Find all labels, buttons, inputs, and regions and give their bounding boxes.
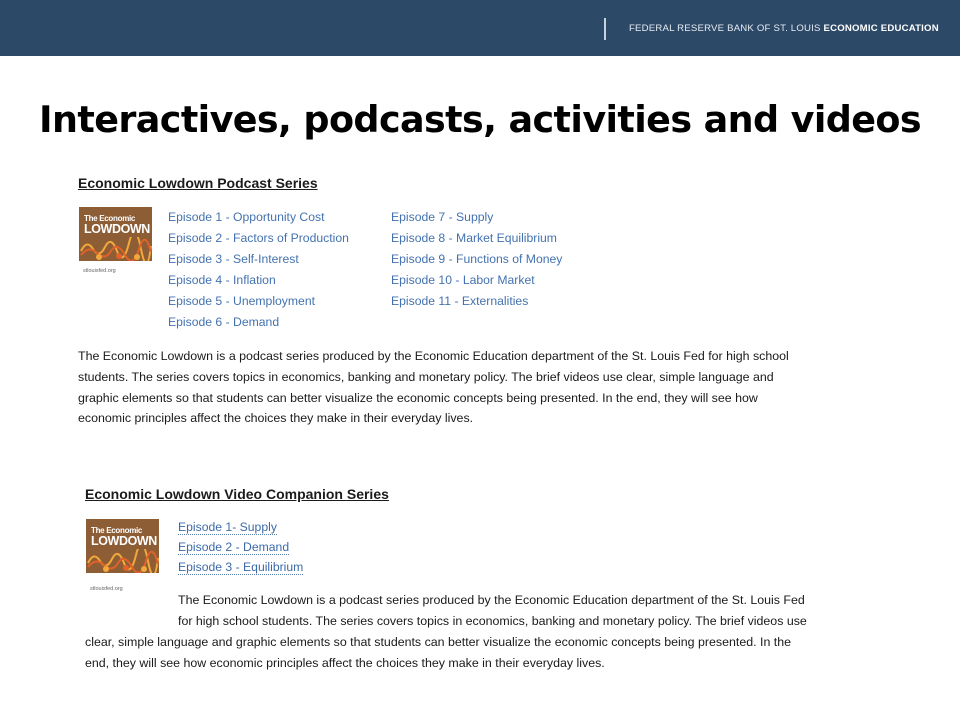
podcast-description-line: students. The series covers topics in ec… [78, 370, 774, 384]
logo-line2: LOWDOWN [84, 222, 150, 236]
header-bar: FEDERAL RESERVE BANK OF ST. LOUIS ECONOM… [0, 0, 960, 56]
video-description-line: clear, simple language and graphic eleme… [85, 635, 792, 649]
video-episode-link[interactable]: Episode 2 - Demand [178, 540, 290, 555]
podcast-episode-link[interactable]: Episode 11 - Externalities [391, 294, 528, 308]
podcast-episode-link[interactable]: Episode 5 - Unemployment [168, 294, 315, 308]
podcast-episode-link[interactable]: Episode 3 - Self-Interest [168, 252, 299, 266]
podcast-episode-link[interactable]: Episode 9 - Functions of Money [391, 252, 562, 266]
podcast-episode-link[interactable]: Episode 6 - Demand [168, 315, 279, 329]
video-episode-link[interactable]: Episode 3 - Equilibrium [178, 560, 304, 575]
video-description-line: The Economic Lowdown is a podcast series… [178, 593, 805, 607]
logo-wave-icon [87, 549, 159, 573]
brand-wordmark[interactable]: FEDERAL RESERVE BANK OF ST. LOUIS ECONOM… [629, 23, 939, 34]
header-divider [604, 18, 606, 40]
video-episode-link[interactable]: Episode 1- Supply [178, 520, 277, 535]
podcast-episode-link[interactable]: Episode 10 - Labor Market [391, 273, 535, 287]
podcast-series-heading[interactable]: Economic Lowdown Podcast Series [78, 175, 318, 191]
podcast-description-line: economic principles affect the choices t… [78, 411, 474, 425]
slide-title: Interactives, podcasts, activities and v… [38, 98, 922, 141]
podcast-description-line: graphic elements so that students can be… [78, 391, 758, 405]
podcast-episode-link[interactable]: Episode 4 - Inflation [168, 273, 276, 287]
podcast-description-line: The Economic Lowdown is a podcast series… [78, 349, 789, 363]
brand-suffix: ECONOMIC EDUCATION [823, 23, 939, 34]
logo-wave-icon [80, 237, 152, 261]
podcast-episode-link[interactable]: Episode 1 - Opportunity Cost [168, 210, 325, 224]
podcast-logo-caption: stlouisfed.org [83, 268, 116, 274]
video-description-line: end, they will see how economic principl… [85, 656, 605, 670]
video-series-heading[interactable]: Economic Lowdown Video Companion Series [85, 486, 389, 502]
podcast-episode-link[interactable]: Episode 7 - Supply [391, 210, 493, 224]
video-description-line: for high school students. The series cov… [178, 614, 807, 628]
podcast-episode-link[interactable]: Episode 2 - Factors of Production [168, 231, 349, 245]
brand-prefix: FEDERAL RESERVE BANK OF ST. LOUIS [629, 23, 821, 34]
podcast-episode-link[interactable]: Episode 8 - Market Equilibrium [391, 231, 557, 245]
logo-line2: LOWDOWN [91, 534, 157, 548]
podcast-logo: The Economic LOWDOWN [79, 207, 152, 261]
video-logo-caption: stlouisfed.org [90, 586, 123, 592]
video-logo: The Economic LOWDOWN [86, 519, 159, 573]
